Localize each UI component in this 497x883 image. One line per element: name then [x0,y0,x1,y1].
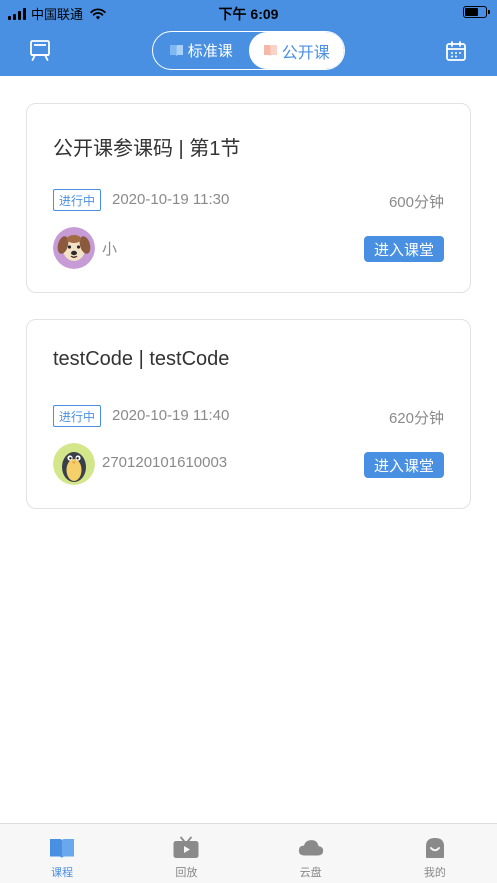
calendar-icon[interactable] [445,40,467,62]
course-datetime: 2020-10-19 11:40 [112,407,230,424]
avatar [53,443,95,485]
tab-replay-label: 回放 [175,867,198,879]
tab-mine-label: 我的 [423,867,446,879]
book-icon [263,45,277,56]
avatar [53,227,95,269]
course-type-switch: 标准课 公开课 [152,31,345,70]
tab-public-course[interactable]: 公开课 [248,32,344,69]
tab-cloud-label: 云盘 [299,867,322,879]
tab-cloud[interactable]: 云盘 [249,824,373,883]
tv-icon [173,836,199,858]
status-badge: 进行中 [53,405,101,427]
battery-icon [463,6,490,18]
tab-public-label: 公开课 [281,44,330,62]
cloud-icon [298,840,323,856]
book-icon [50,839,75,858]
course-title: testCode | testCode [53,348,230,370]
course-duration: 600分钟 [388,194,444,211]
course-card[interactable]: testCode | testCode 进行中 2020-10-19 11:40… [26,319,471,509]
course-card[interactable]: 公开课参课码 | 第1节 进行中 2020-10-19 11:30 600分钟 … [26,103,471,293]
course-duration: 620分钟 [388,410,444,427]
status-time: 下午 6:09 [218,6,279,22]
teacher-name: 270120101610003 [102,454,228,471]
status-badge: 进行中 [53,189,101,211]
profile-icon [425,838,444,858]
tab-mine[interactable]: 我的 [373,824,497,883]
classroom-board-icon[interactable] [28,38,52,62]
status-bar: 中国联通 下午 6:09 [0,0,497,26]
tab-courses-label: 课程 [51,867,74,879]
book-icon [169,45,183,56]
tab-standard-label: 标准课 [187,43,233,60]
tab-replay[interactable]: 回放 [124,824,248,883]
penguin-avatar-icon [53,443,95,485]
teacher-name: 小 [102,241,118,258]
bottom-tab-bar: 课程 回放 云盘 我的 [0,823,497,883]
tab-standard-course[interactable]: 标准课 [153,32,249,69]
course-datetime: 2020-10-19 11:30 [112,191,230,208]
tab-courses[interactable]: 课程 [0,824,124,883]
enter-classroom-button[interactable]: 进入课堂 [364,452,444,478]
course-title: 公开课参课码 | 第1节 [53,138,241,160]
dog-avatar-icon [53,227,95,269]
enter-classroom-button[interactable]: 进入课堂 [364,236,444,262]
header-bar: 中国联通 下午 6:09 标准课 公开课 [0,0,497,76]
